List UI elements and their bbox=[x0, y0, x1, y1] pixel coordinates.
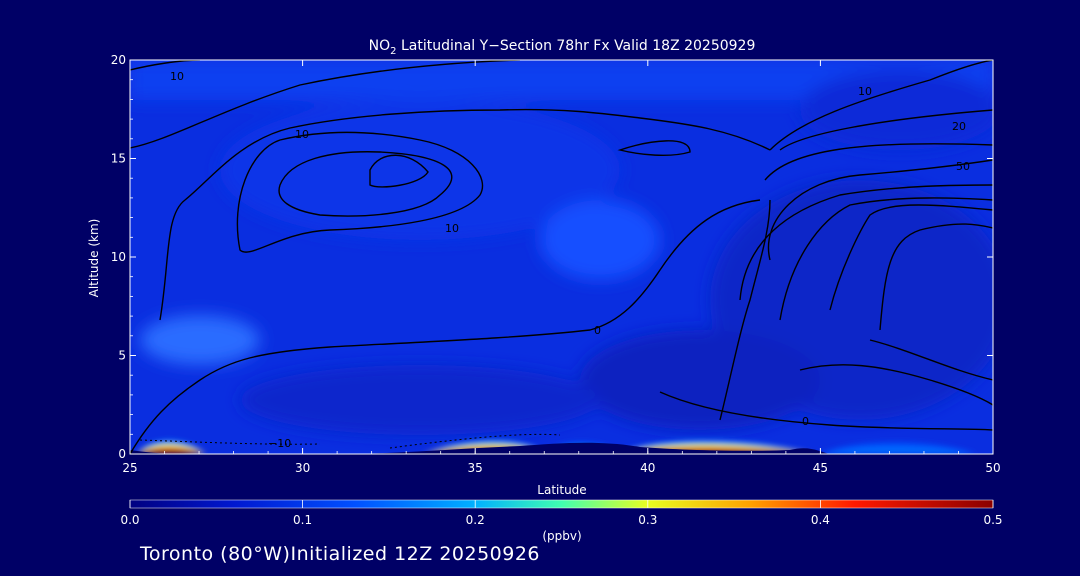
x-tick-label: 50 bbox=[985, 461, 1000, 475]
y-tick-label: 20 bbox=[111, 53, 126, 67]
colorbar-tick-label: 0.2 bbox=[466, 513, 485, 527]
contour-label: −10 bbox=[268, 437, 291, 450]
x-tick-label: 35 bbox=[468, 461, 483, 475]
contour-label: 0 bbox=[594, 324, 601, 337]
footer-initialized: Initialized 12Z 20250926 bbox=[290, 543, 541, 565]
x-tick-label: 45 bbox=[813, 461, 828, 475]
contour-label: 10 bbox=[170, 70, 184, 83]
contour-label: 10 bbox=[445, 222, 459, 235]
colorbar-tick-label: 0.4 bbox=[811, 513, 830, 527]
footer-location: Toronto (80°W) bbox=[140, 543, 291, 565]
colorbar-tick-label: 0.1 bbox=[293, 513, 312, 527]
y-tick-label: 10 bbox=[111, 250, 126, 264]
footer: Toronto (80°W)Initialized 12Z 20250926 bbox=[140, 543, 540, 565]
contour-label: 10 bbox=[295, 128, 309, 141]
y-tick-label: 0 bbox=[118, 447, 126, 461]
y-tick-label: 5 bbox=[118, 349, 126, 363]
x-tick-label: 40 bbox=[640, 461, 655, 475]
x-tick-label: 30 bbox=[295, 461, 310, 475]
y-tick-label: 15 bbox=[111, 152, 126, 166]
x-axis-label: Latitude bbox=[537, 483, 586, 497]
colorbar-tick-label: 0.0 bbox=[120, 513, 139, 527]
colorbar-tick-label: 0.5 bbox=[983, 513, 1002, 527]
contour-label: 10 bbox=[858, 85, 872, 98]
x-tick-label: 25 bbox=[122, 461, 137, 475]
contour-label: 20 bbox=[952, 120, 966, 133]
colorbar-tick-label: 0.3 bbox=[638, 513, 657, 527]
colorbar-label: (ppbv) bbox=[542, 529, 581, 543]
contour-label: 0 bbox=[802, 415, 809, 428]
y-axis-label: Altitude (km) bbox=[87, 219, 101, 298]
concentration-field bbox=[130, 60, 993, 454]
contour-label: 50 bbox=[956, 160, 970, 173]
colorbar bbox=[129, 499, 994, 509]
chart-title: NO2 Latitudinal Y−Section 78hr Fx Valid … bbox=[369, 38, 756, 57]
chart-svg: 10 10 10 20 50 10 0 0 −10 25 30 35 40 45 50 0… bbox=[87, 38, 1003, 543]
